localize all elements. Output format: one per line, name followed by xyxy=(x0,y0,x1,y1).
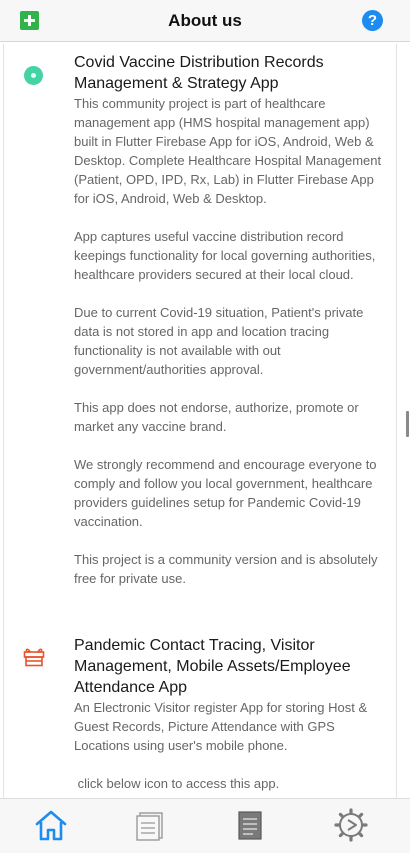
vaccine-icon xyxy=(24,66,43,85)
paragraph: click below icon to access this app. xyxy=(74,776,280,791)
paragraph: An Electronic Visitor register App for s… xyxy=(74,700,368,753)
page-title: About us xyxy=(168,11,242,30)
records-icon[interactable] xyxy=(232,807,268,843)
bottom-tab-bar xyxy=(0,798,410,853)
paragraph: Due to current Covid-19 situation, Patie… xyxy=(74,305,364,377)
notes-icon[interactable] xyxy=(132,807,168,843)
gift-icon xyxy=(23,648,45,667)
item-title: Covid Vaccine Distribution Records Manag… xyxy=(74,54,324,92)
item-description: An Electronic Visitor register App for s… xyxy=(74,698,386,793)
settings-icon[interactable] xyxy=(333,807,369,843)
about-list[interactable]: Covid Vaccine Distribution Records Manag… xyxy=(3,44,397,798)
item-title: Pandemic Contact Tracing, Visitor Manage… xyxy=(74,637,351,696)
paragraph: We strongly recommend and encourage ever… xyxy=(74,457,377,529)
paragraph: This app does not endorse, authorize, pr… xyxy=(74,400,359,434)
paragraph: This community project is part of health… xyxy=(74,96,382,206)
scrollbar[interactable] xyxy=(406,411,409,437)
home-icon[interactable] xyxy=(33,807,69,843)
item-description: This community project is part of health… xyxy=(74,94,386,588)
paragraph: This project is a community version and … xyxy=(74,552,378,586)
help-icon[interactable]: ? xyxy=(362,10,383,31)
paragraph: App captures useful vaccine distribution… xyxy=(74,229,376,282)
header-bar: About us ? xyxy=(0,0,410,42)
